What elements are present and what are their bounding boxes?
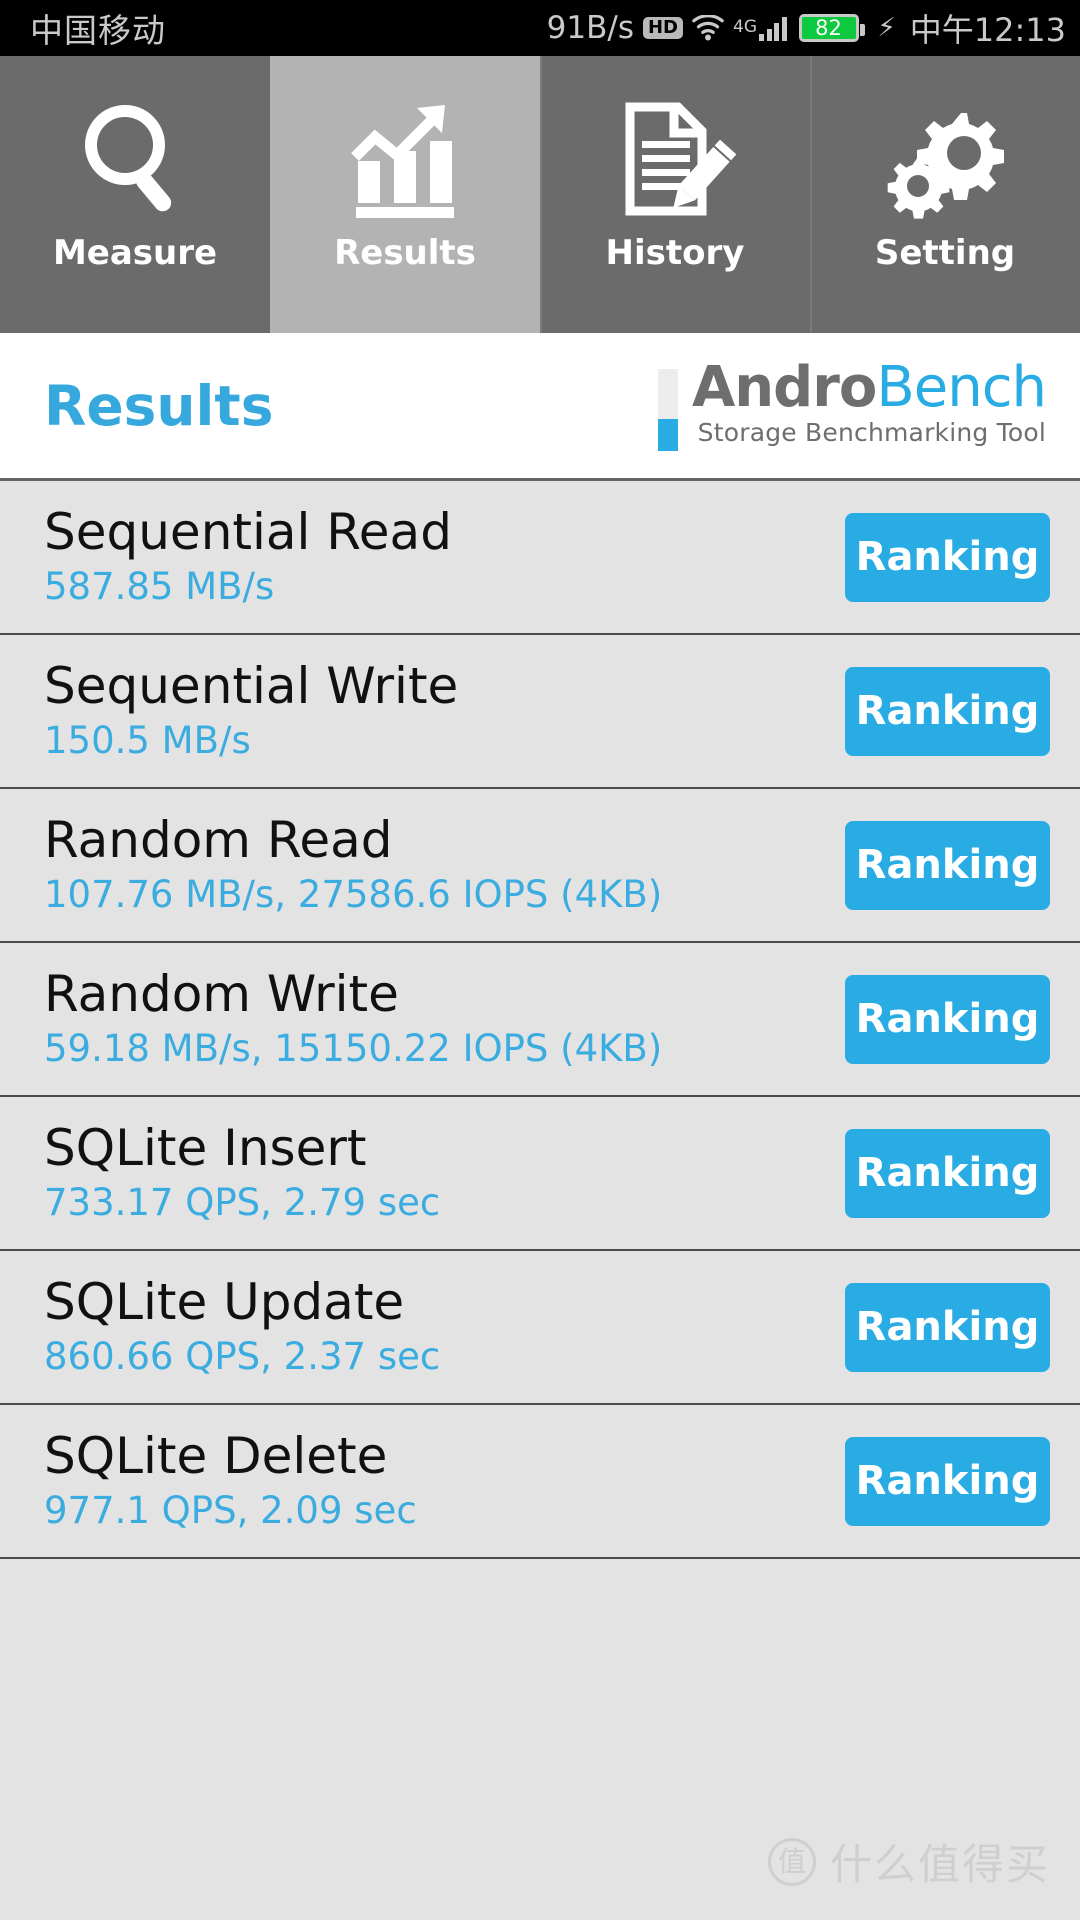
row-texts: Random Read 107.76 MB/s, 27586.6 IOPS (4… xyxy=(44,812,662,918)
battery-level-label: 82 xyxy=(815,15,842,40)
result-title: SQLite Update xyxy=(44,1272,405,1331)
result-value: 587.85 MB/s xyxy=(44,564,275,608)
ranking-button[interactable]: Ranking xyxy=(845,512,1050,602)
result-title: Sequential Write xyxy=(44,656,459,715)
bar-chart-trend-icon xyxy=(342,90,468,225)
ranking-button[interactable]: Ranking xyxy=(845,1436,1050,1526)
table-row: SQLite Insert 733.17 QPS, 2.79 sec Ranki… xyxy=(0,1097,1080,1251)
document-pencil-icon xyxy=(612,90,738,225)
watermark-badge-icon: 值 xyxy=(767,1837,816,1886)
table-row: SQLite Update 860.66 QPS, 2.37 sec Ranki… xyxy=(0,1251,1080,1405)
result-title: SQLite Delete xyxy=(44,1426,388,1485)
row-texts: SQLite Delete 977.1 QPS, 2.09 sec xyxy=(44,1428,417,1534)
results-list: Sequential Read 587.85 MB/s Ranking Sequ… xyxy=(0,481,1080,1559)
result-title: Random Read xyxy=(44,810,393,869)
logo-name-andro: Andro xyxy=(691,354,877,420)
tab-measure[interactable]: Measure xyxy=(0,56,270,333)
clock-label: 中午12:13 xyxy=(909,11,1066,49)
network-speed-label: 91B/s xyxy=(546,10,634,46)
table-row: SQLite Delete 977.1 QPS, 2.09 sec Rankin… xyxy=(0,1405,1080,1559)
row-texts: SQLite Insert 733.17 QPS, 2.79 sec xyxy=(44,1120,440,1226)
network-type-label: 4G xyxy=(733,17,757,37)
tab-results[interactable]: Results xyxy=(270,56,540,333)
table-row: Random Write 59.18 MB/s, 15150.22 IOPS (… xyxy=(0,943,1080,1097)
result-value: 860.66 QPS, 2.37 sec xyxy=(44,1334,441,1378)
result-title: Sequential Read xyxy=(44,502,452,561)
carrier-label: 中国移动 xyxy=(30,11,166,50)
result-value: 733.17 QPS, 2.79 sec xyxy=(44,1180,441,1224)
result-value: 107.76 MB/s, 27586.6 IOPS (4KB) xyxy=(44,872,663,916)
row-texts: Sequential Read 587.85 MB/s xyxy=(44,504,452,610)
logo-text: AndroBench Storage Benchmarking Tool xyxy=(692,359,1047,448)
signal-indicator: 4G xyxy=(733,15,787,41)
page-header: Results AndroBench Storage Benchmarking … xyxy=(0,333,1080,481)
table-row: Sequential Write 150.5 MB/s Ranking xyxy=(0,635,1080,789)
ranking-button[interactable]: Ranking xyxy=(845,974,1050,1064)
watermark: 值 什么值得买 xyxy=(767,1831,1050,1892)
page-title: Results xyxy=(44,373,274,438)
battery-icon: 82 xyxy=(798,14,865,42)
result-value: 150.5 MB/s xyxy=(44,718,251,762)
row-texts: SQLite Update 860.66 QPS, 2.37 sec xyxy=(44,1274,440,1380)
gears-icon xyxy=(882,90,1008,225)
table-row: Random Read 107.76 MB/s, 27586.6 IOPS (4… xyxy=(0,789,1080,943)
result-value: 59.18 MB/s, 15150.22 IOPS (4KB) xyxy=(44,1026,663,1070)
result-title: SQLite Insert xyxy=(44,1118,367,1177)
status-bar: 中国移动 91B/s HD 4G 82 ⚡ 中午12:13 xyxy=(0,0,1080,56)
status-bar-right: 91B/s HD 4G 82 ⚡ 中午12:13 xyxy=(547,5,1066,51)
tab-results-label: Results xyxy=(334,233,476,273)
logo-name: AndroBench xyxy=(692,359,1047,415)
tab-measure-label: Measure xyxy=(52,233,218,273)
result-title: Random Write xyxy=(44,964,399,1023)
ranking-button[interactable]: Ranking xyxy=(845,666,1050,756)
logo-tagline: Storage Benchmarking Tool xyxy=(697,418,1046,448)
magnifier-icon xyxy=(72,90,198,225)
tab-bar: Measure Results History Setting xyxy=(0,56,1080,333)
row-texts: Sequential Write 150.5 MB/s xyxy=(44,658,458,764)
tab-history[interactable]: History xyxy=(540,56,810,333)
logo-name-bench: Bench xyxy=(876,354,1047,420)
signal-bars-icon xyxy=(759,15,787,41)
wifi-icon xyxy=(692,14,724,41)
ranking-button[interactable]: Ranking xyxy=(845,820,1050,910)
logo-bars-icon xyxy=(657,368,678,451)
tab-setting[interactable]: Setting xyxy=(810,56,1080,333)
watermark-text: 什么值得买 xyxy=(829,1840,1050,1889)
lightning-bolt-icon: ⚡ xyxy=(877,13,896,43)
androbench-logo: AndroBench Storage Benchmarking Tool xyxy=(657,359,1047,451)
hd-badge-icon: HD xyxy=(642,17,683,39)
result-value: 977.1 QPS, 2.09 sec xyxy=(44,1488,417,1532)
ranking-button[interactable]: Ranking xyxy=(845,1282,1050,1372)
table-row: Sequential Read 587.85 MB/s Ranking xyxy=(0,481,1080,635)
tab-history-label: History xyxy=(605,233,745,273)
tab-setting-label: Setting xyxy=(874,233,1016,273)
app-root: 中国移动 91B/s HD 4G 82 ⚡ 中午12:13 Measure Re… xyxy=(0,0,1080,1920)
row-texts: Random Write 59.18 MB/s, 15150.22 IOPS (… xyxy=(44,966,662,1072)
ranking-button[interactable]: Ranking xyxy=(845,1128,1050,1218)
